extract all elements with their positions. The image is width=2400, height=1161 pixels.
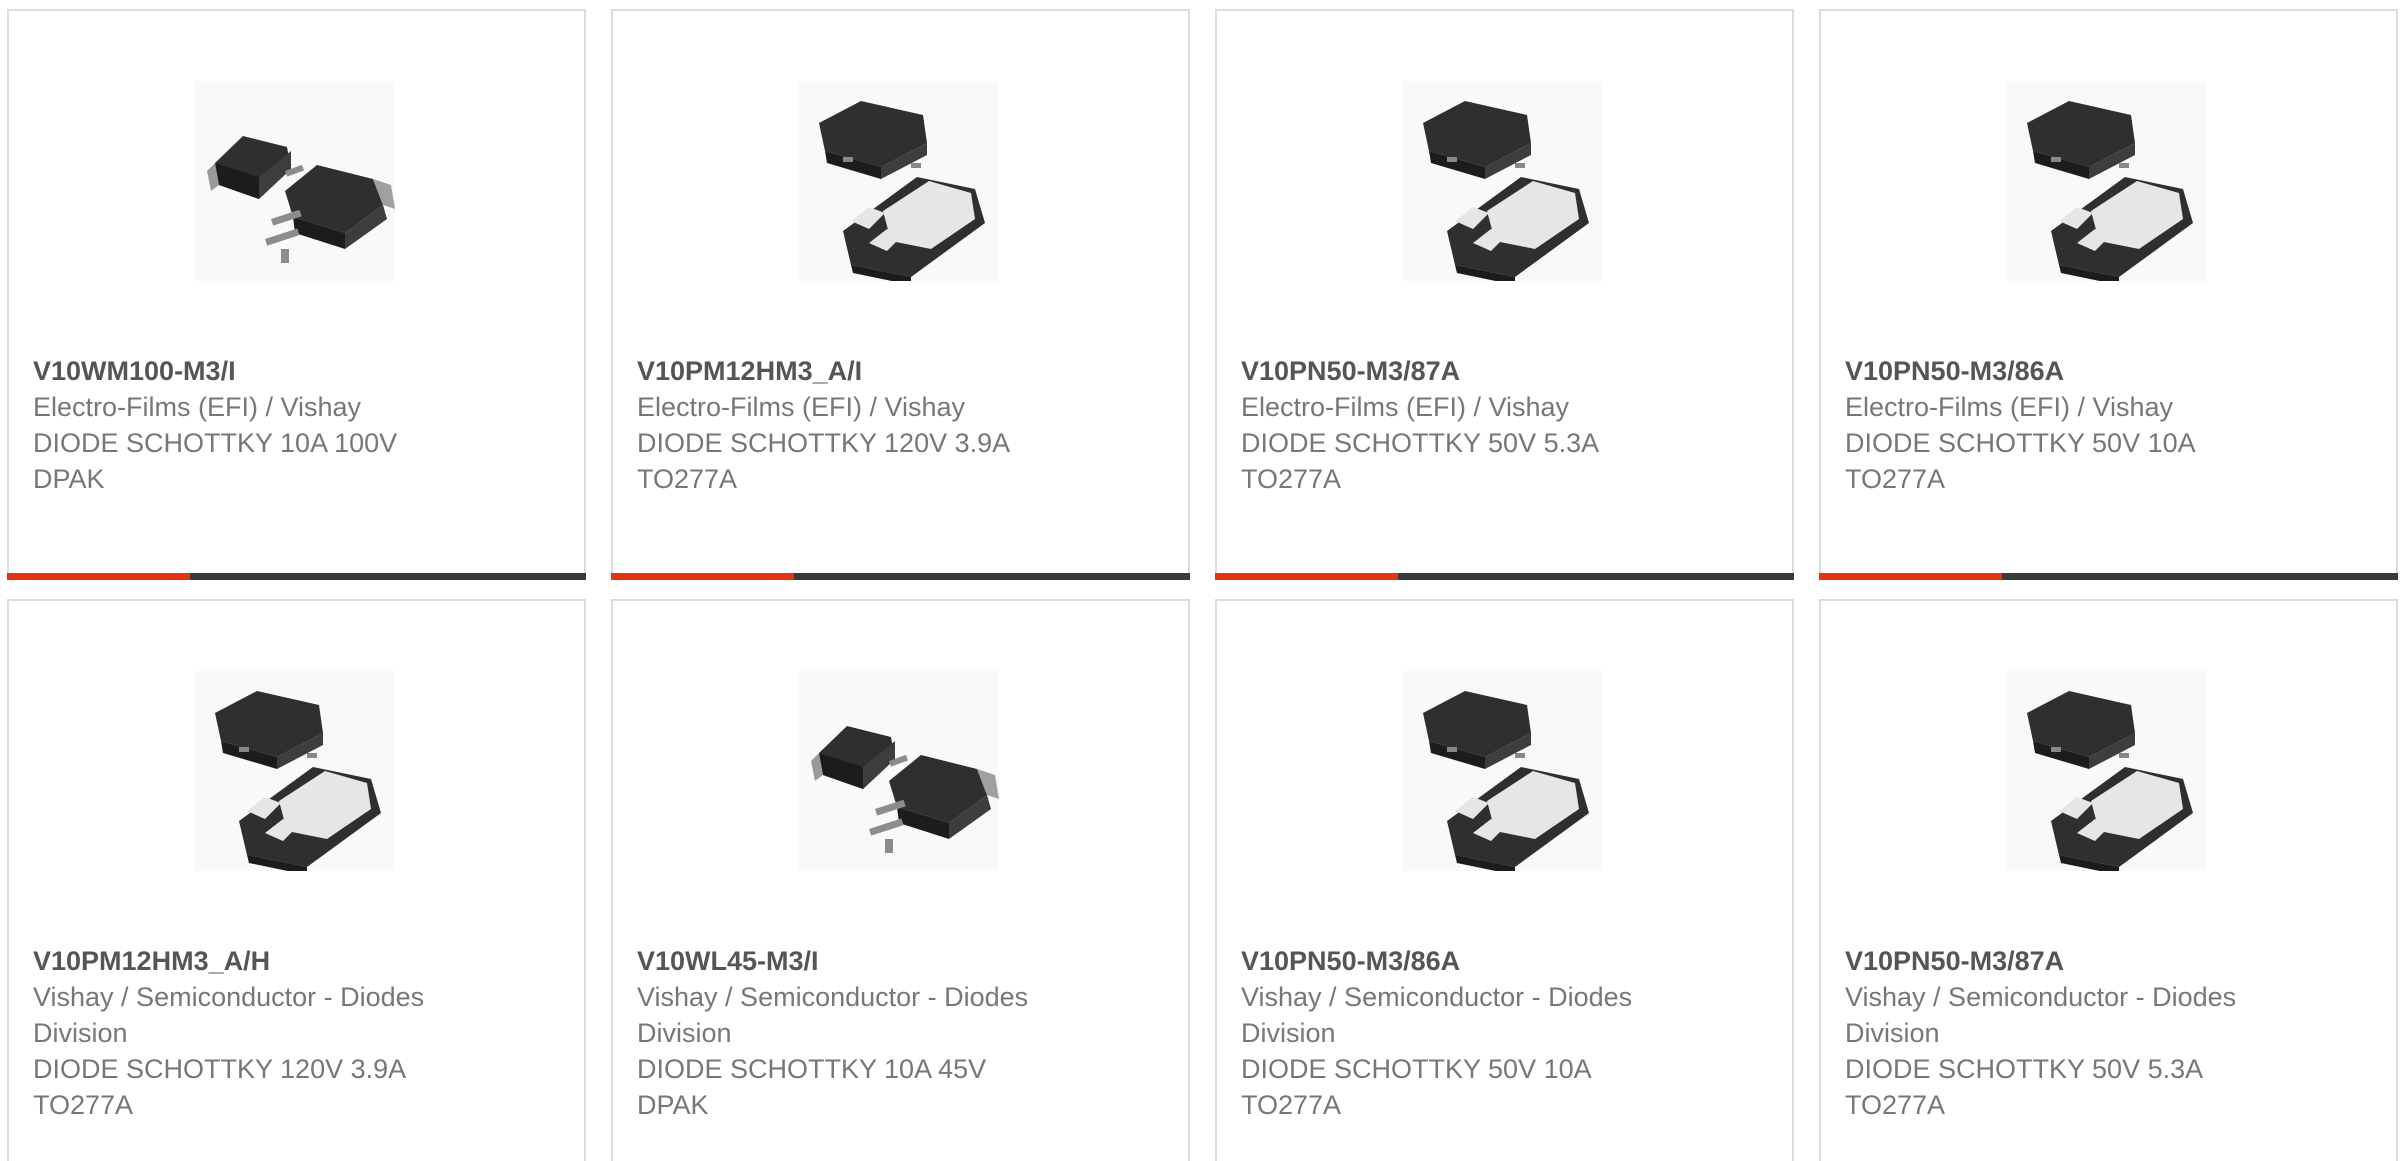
product-image[interactable] [195, 81, 395, 281]
card-footer-bar [1819, 573, 2398, 580]
description: DIODE SCHOTTKY 50V 10A [1845, 428, 2196, 458]
product-info: V10WM100-M3/I Electro-Films (EFI) / Vish… [33, 353, 560, 497]
product-card[interactable]: V10WL45-M3/I Vishay / Semiconductor - Di… [611, 599, 1190, 1161]
product-info: V10WL45-M3/I Vishay / Semiconductor - Di… [637, 943, 1164, 1123]
to277a-package-icon [799, 81, 999, 281]
product-grid: V10WM100-M3/I Electro-Films (EFI) / Vish… [0, 0, 2400, 1161]
manufacturer: Vishay / Semiconductor - Diodes Division [637, 982, 1029, 1048]
product-card[interactable]: V10PN50-M3/86A Vishay / Semiconductor - … [1215, 599, 1794, 1161]
part-number[interactable]: V10PM12HM3_A/I [637, 353, 1164, 389]
product-image[interactable] [2007, 671, 2207, 871]
part-number[interactable]: V10PN50-M3/87A [1845, 943, 2372, 979]
card-footer-bar [611, 573, 1190, 580]
card-footer-bar [7, 573, 586, 580]
product-card[interactable]: V10PN50-M3/87A Electro-Films (EFI) / Vis… [1215, 9, 1794, 580]
description: DIODE SCHOTTKY 50V 5.3A [1241, 428, 1600, 458]
manufacturer: Vishay / Semiconductor - Diodes Division [1241, 982, 1633, 1048]
description: DIODE SCHOTTKY 50V 5.3A [1845, 1054, 2204, 1084]
card-accent-bar [1215, 573, 1398, 580]
package: TO277A [33, 1090, 134, 1120]
to277a-package-icon [2007, 81, 2207, 281]
product-info: V10PN50-M3/86A Electro-Films (EFI) / Vis… [1845, 353, 2372, 497]
package: DPAK [637, 1090, 709, 1120]
description: DIODE SCHOTTKY 120V 3.9A [33, 1054, 407, 1084]
product-card[interactable]: V10PN50-M3/87A Vishay / Semiconductor - … [1819, 599, 2398, 1161]
card-accent-bar [7, 573, 190, 580]
dpak-package-icon [799, 671, 999, 871]
product-info: V10PN50-M3/87A Vishay / Semiconductor - … [1845, 943, 2372, 1123]
product-card[interactable]: V10PN50-M3/86A Electro-Films (EFI) / Vis… [1819, 9, 2398, 580]
product-image[interactable] [799, 671, 999, 871]
card-accent-bar [1819, 573, 2002, 580]
part-number[interactable]: V10PN50-M3/86A [1241, 943, 1768, 979]
manufacturer: Vishay / Semiconductor - Diodes Division [33, 982, 425, 1048]
to277a-package-icon [2007, 671, 2207, 871]
product-info: V10PN50-M3/86A Vishay / Semiconductor - … [1241, 943, 1768, 1123]
part-number[interactable]: V10PN50-M3/86A [1845, 353, 2372, 389]
to277a-package-icon [1403, 671, 1603, 871]
product-image[interactable] [1403, 671, 1603, 871]
dpak-package-icon [195, 81, 395, 281]
manufacturer: Electro-Films (EFI) / Vishay [33, 392, 362, 422]
part-number[interactable]: V10PN50-M3/87A [1241, 353, 1768, 389]
package: DPAK [33, 464, 105, 494]
product-image[interactable] [799, 81, 999, 281]
package: TO277A [1845, 1090, 1946, 1120]
part-number[interactable]: V10WM100-M3/I [33, 353, 560, 389]
part-number[interactable]: V10PM12HM3_A/H [33, 943, 560, 979]
product-image[interactable] [1403, 81, 1603, 281]
description: DIODE SCHOTTKY 10A 45V [637, 1054, 987, 1084]
package: TO277A [1241, 464, 1342, 494]
product-card[interactable]: V10PM12HM3_A/I Electro-Films (EFI) / Vis… [611, 9, 1190, 580]
manufacturer: Electro-Films (EFI) / Vishay [1241, 392, 1570, 422]
product-image[interactable] [195, 671, 395, 871]
product-info: V10PM12HM3_A/H Vishay / Semiconductor - … [33, 943, 560, 1123]
package: TO277A [637, 464, 738, 494]
manufacturer: Vishay / Semiconductor - Diodes Division [1845, 982, 2237, 1048]
manufacturer: Electro-Films (EFI) / Vishay [637, 392, 966, 422]
description: DIODE SCHOTTKY 50V 10A [1241, 1054, 1592, 1084]
manufacturer: Electro-Films (EFI) / Vishay [1845, 392, 2174, 422]
product-image[interactable] [2007, 81, 2207, 281]
part-number[interactable]: V10WL45-M3/I [637, 943, 1164, 979]
product-info: V10PM12HM3_A/I Electro-Films (EFI) / Vis… [637, 353, 1164, 497]
to277a-package-icon [1403, 81, 1603, 281]
product-info: V10PN50-M3/87A Electro-Films (EFI) / Vis… [1241, 353, 1768, 497]
to277a-package-icon [195, 671, 395, 871]
package: TO277A [1241, 1090, 1342, 1120]
package: TO277A [1845, 464, 1946, 494]
description: DIODE SCHOTTKY 10A 100V [33, 428, 398, 458]
product-card[interactable]: V10PM12HM3_A/H Vishay / Semiconductor - … [7, 599, 586, 1161]
product-card[interactable]: V10WM100-M3/I Electro-Films (EFI) / Vish… [7, 9, 586, 580]
card-footer-bar [1215, 573, 1794, 580]
card-accent-bar [611, 573, 794, 580]
description: DIODE SCHOTTKY 120V 3.9A [637, 428, 1011, 458]
